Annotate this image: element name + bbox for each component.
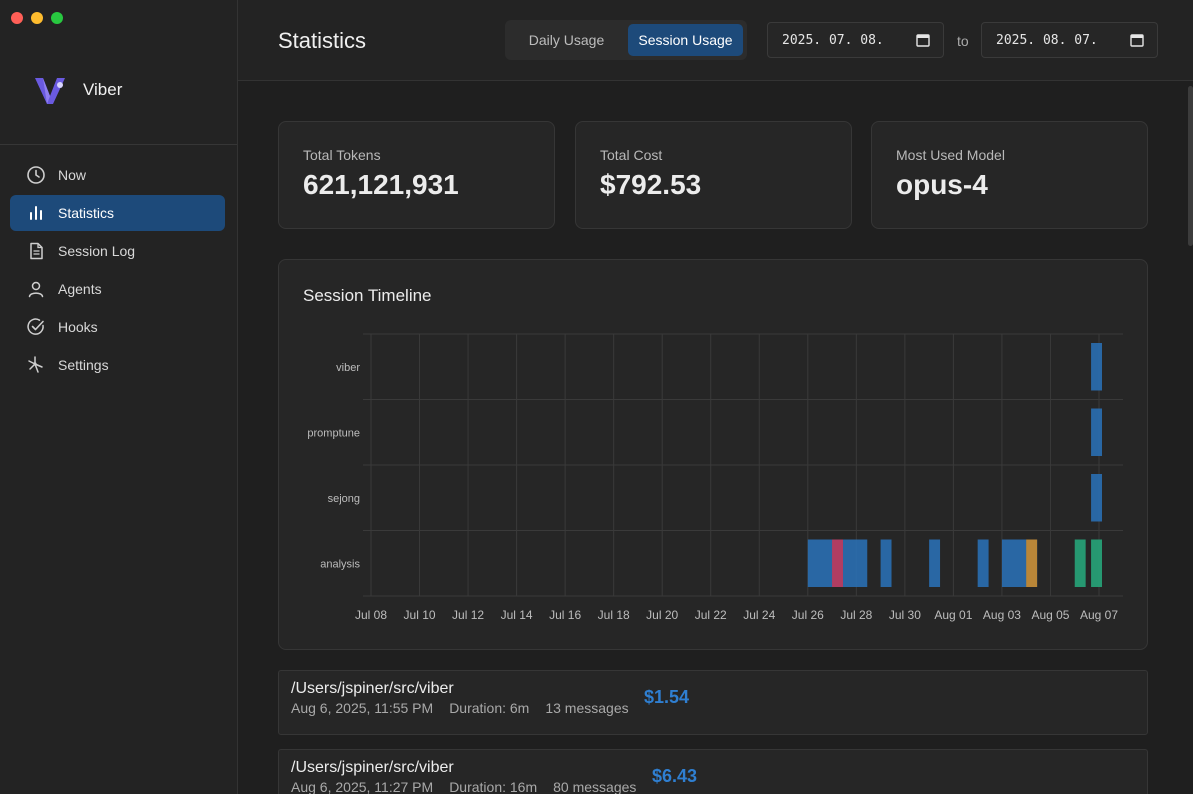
session-bar <box>880 539 892 587</box>
session-bar <box>832 539 843 587</box>
y-category-label: viber <box>336 362 360 374</box>
x-tick-label: Jul 16 <box>549 608 581 622</box>
y-category-label: promptune <box>307 427 360 439</box>
date-from-input[interactable]: 2025. 07. 08. <box>767 22 944 58</box>
x-tick-label: Jul 22 <box>695 608 727 622</box>
sidebar-item-label: Agents <box>58 281 102 297</box>
sidebar-item-label: Hooks <box>58 319 98 335</box>
minimize-window-button[interactable] <box>31 12 43 24</box>
stat-card-most-used-model: Most Used Model opus-4 <box>871 121 1148 229</box>
calendar-icon[interactable] <box>916 33 930 47</box>
document-icon <box>26 241 46 261</box>
sidebar-item-label: Now <box>58 167 87 183</box>
stat-value: opus-4 <box>896 169 988 200</box>
usage-mode-toggle: Daily Usage Session Usage <box>505 20 747 60</box>
y-category-label: analysis <box>320 558 360 570</box>
sidebar-nav: Now Statistics Session Log Agents Hooks … <box>10 157 225 385</box>
session-bar <box>1091 539 1102 587</box>
stat-card-total-tokens: Total Tokens 621,121,931 <box>278 121 555 229</box>
stat-label: Most Used Model <box>896 147 1005 163</box>
app-window: Viber Now Statistics Session Log Agents … <box>0 0 1193 794</box>
sidebar-divider <box>0 144 237 145</box>
sidebar-item-now[interactable]: Now <box>10 157 225 193</box>
session-row[interactable]: /Users/jspiner/src/viber Aug 6, 2025, 11… <box>278 749 1148 794</box>
date-range-separator: to <box>957 33 969 49</box>
session-cost: $1.54 <box>644 687 690 707</box>
session-bar <box>929 539 941 587</box>
y-category-label: sejong <box>328 493 360 505</box>
session-messages: 80 messages <box>553 779 637 794</box>
window-controls <box>11 12 63 24</box>
tab-session-usage[interactable]: Session Usage <box>628 24 743 56</box>
session-cost: $6.43 <box>652 766 698 786</box>
bar-chart-icon <box>26 203 46 223</box>
brand: Viber <box>33 74 122 106</box>
vertical-scrollbar[interactable] <box>1188 86 1193 246</box>
sidebar-item-session-log[interactable]: Session Log <box>10 233 225 269</box>
stat-label: Total Tokens <box>303 147 381 163</box>
sidebar-item-hooks[interactable]: Hooks <box>10 309 225 345</box>
session-bar <box>1026 539 1038 587</box>
sidebar-item-label: Settings <box>58 357 109 373</box>
sidebar-item-settings[interactable]: Settings <box>10 347 225 383</box>
x-tick-label: Aug 05 <box>1031 608 1069 622</box>
x-tick-label: Jul 08 <box>355 608 387 622</box>
session-date: Aug 6, 2025, 11:55 PM <box>291 700 434 716</box>
clock-icon <box>26 165 46 185</box>
close-window-button[interactable] <box>11 12 23 24</box>
x-tick-label: Jul 14 <box>501 608 533 622</box>
session-path: /Users/jspiner/src/viber <box>291 759 454 776</box>
date-to-input[interactable]: 2025. 08. 07. <box>981 22 1158 58</box>
session-row[interactable]: /Users/jspiner/src/viber Aug 6, 2025, 11… <box>278 670 1148 735</box>
session-bar <box>1091 408 1102 456</box>
x-tick-label: Jul 12 <box>452 608 484 622</box>
x-tick-label: Jul 24 <box>743 608 775 622</box>
calendar-icon[interactable] <box>1130 33 1144 47</box>
session-meta: Aug 6, 2025, 11:27 PM Duration: 16m 80 m… <box>291 779 1135 794</box>
session-bar <box>1091 343 1102 391</box>
page-title: Statistics <box>278 28 367 53</box>
x-tick-label: Jul 20 <box>646 608 678 622</box>
page-header: Statistics Daily Usage Session Usage 202… <box>238 0 1193 81</box>
session-timeline-panel: Session Timeline Jul 08 Jul 10 Jul 12 Jul 1… <box>278 259 1148 650</box>
session-duration: Duration: 16m <box>449 779 538 794</box>
session-bar <box>1091 474 1102 522</box>
sidebar-item-label: Session Log <box>58 243 136 259</box>
main-content: Total Tokens 621,121,931 Total Cost $792… <box>238 81 1193 794</box>
session-path: /Users/jspiner/src/viber <box>291 680 454 697</box>
sidebar-item-agents[interactable]: Agents <box>10 271 225 307</box>
app-name: Viber <box>83 80 123 99</box>
tab-daily-usage[interactable]: Daily Usage <box>509 24 624 56</box>
stat-label: Total Cost <box>600 147 663 163</box>
session-messages: 13 messages <box>545 700 629 716</box>
sidebar-item-statistics[interactable]: Statistics <box>10 195 225 231</box>
stat-value: $792.53 <box>600 169 702 200</box>
session-bar <box>977 539 989 587</box>
session-date: Aug 6, 2025, 11:27 PM <box>291 779 434 794</box>
session-timeline-chart[interactable]: Jul 08 Jul 10 Jul 12 Jul 14 Jul 16 Jul 18 Jul … <box>279 260 1147 649</box>
maximize-window-button[interactable] <box>51 12 63 24</box>
check-circle-icon <box>26 317 46 337</box>
x-tick-label: Jul 28 <box>840 608 872 622</box>
user-icon <box>26 279 46 299</box>
x-tick-label: Jul 30 <box>889 608 921 622</box>
session-bar <box>1074 539 1086 587</box>
stat-value: 621,121,931 <box>303 169 459 200</box>
x-tick-label: Jul 26 <box>792 608 824 622</box>
settings-icon <box>26 355 46 375</box>
sidebar-item-label: Statistics <box>58 205 115 221</box>
x-tick-label: Jul 18 <box>598 608 630 622</box>
x-tick-label: Aug 01 <box>934 608 972 622</box>
x-tick-label: Aug 03 <box>983 608 1021 622</box>
session-duration: Duration: 6m <box>449 700 530 716</box>
stat-card-total-cost: Total Cost $792.53 <box>575 121 852 229</box>
viber-logo-icon <box>35 78 65 104</box>
sidebar: Viber Now Statistics Session Log Agents … <box>0 0 238 794</box>
date-from-value: 2025. 07. 08. <box>782 32 884 48</box>
date-to-value: 2025. 08. 07. <box>996 32 1098 48</box>
x-tick-label: Jul 10 <box>404 608 436 622</box>
session-meta: Aug 6, 2025, 11:55 PM Duration: 6m 13 me… <box>291 700 1135 716</box>
x-tick-label: Aug 07 <box>1080 608 1118 622</box>
